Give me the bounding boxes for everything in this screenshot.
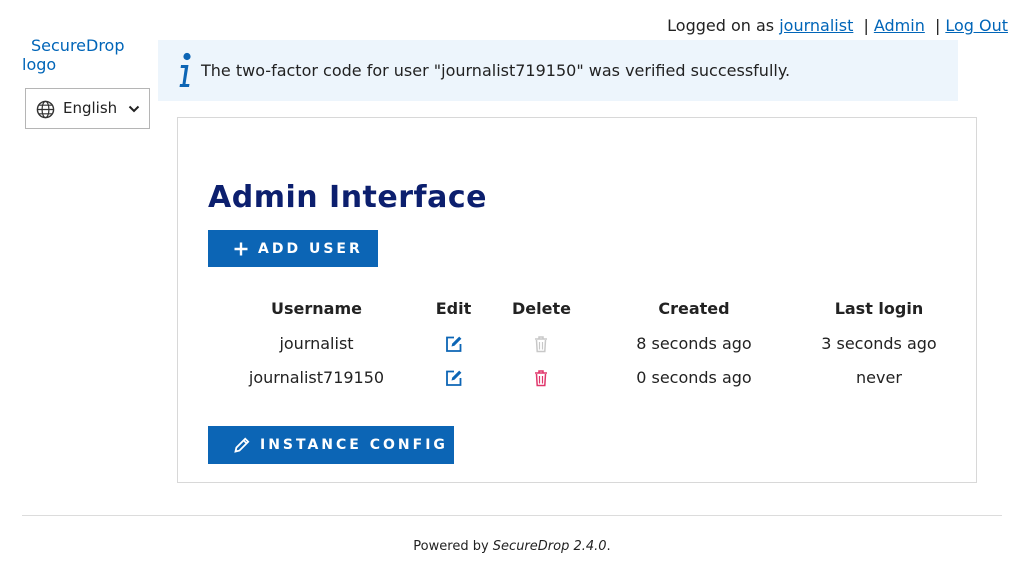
product-version: SecureDrop 2.4.0 bbox=[492, 539, 607, 554]
delete-cell bbox=[512, 360, 571, 394]
page-title: Admin Interface bbox=[208, 180, 487, 215]
created-cell: 8 seconds ago bbox=[636, 333, 752, 353]
edit-icon[interactable] bbox=[445, 335, 463, 353]
last-login-cell: 3 seconds ago bbox=[821, 333, 937, 353]
created-cell: 0 seconds ago bbox=[636, 367, 752, 387]
chevron-down-icon bbox=[128, 105, 140, 113]
header-last-login: Last login bbox=[834, 298, 924, 318]
instance-config-label: Instance Config bbox=[260, 437, 448, 453]
edit-cell bbox=[395, 326, 512, 360]
header-delete: Delete bbox=[512, 298, 571, 318]
header-username: Username bbox=[271, 298, 362, 318]
globe-icon bbox=[36, 100, 55, 119]
admin-panel: Admin Interface Add User Username Edit D… bbox=[177, 117, 977, 483]
flash-message: The two-factor code for user "journalist… bbox=[158, 40, 958, 101]
pencil-icon bbox=[234, 437, 250, 453]
separator: | bbox=[934, 16, 941, 35]
footer-divider bbox=[22, 515, 1002, 516]
plus-icon bbox=[234, 242, 248, 255]
table-row: journalist 8 seconds ago 3 seconds ago bbox=[238, 326, 941, 360]
table-row: journalist719150 0 seconds ago never bbox=[238, 360, 941, 394]
logged-on-label: Logged on as bbox=[667, 16, 775, 35]
footer-period: . bbox=[606, 539, 611, 554]
edit-icon[interactable] bbox=[445, 369, 463, 387]
footer: Powered by SecureDrop 2.4.0. bbox=[0, 539, 1024, 554]
table-header-row: Username Edit Delete Created Last login bbox=[238, 290, 941, 326]
info-icon bbox=[179, 52, 191, 87]
powered-by-text: Powered by bbox=[413, 539, 489, 554]
admin-link[interactable]: Admin bbox=[874, 16, 925, 35]
logo-alt-text-line1: SecureDrop bbox=[31, 36, 125, 55]
current-user-link[interactable]: journalist bbox=[779, 16, 853, 35]
add-user-label: Add User bbox=[258, 240, 363, 257]
username-cell: journalist719150 bbox=[248, 367, 385, 387]
flash-text: The two-factor code for user "journalist… bbox=[201, 61, 791, 80]
header-edit: Edit bbox=[435, 298, 472, 318]
logout-link[interactable]: Log Out bbox=[945, 16, 1008, 35]
language-label: English bbox=[63, 99, 118, 117]
edit-cell bbox=[395, 360, 512, 394]
header-created: Created bbox=[658, 298, 730, 318]
trash-icon bbox=[535, 336, 548, 352]
last-login-cell: never bbox=[856, 367, 902, 387]
language-selector[interactable]: English bbox=[25, 88, 150, 129]
users-table: Username Edit Delete Created Last login … bbox=[238, 290, 941, 394]
login-status-bar: Logged on as journalist | Admin | Log Out bbox=[667, 16, 1008, 36]
add-user-button[interactable]: Add User bbox=[208, 230, 378, 267]
username-cell: journalist bbox=[279, 333, 354, 353]
delete-cell bbox=[512, 326, 571, 360]
trash-icon[interactable] bbox=[532, 369, 550, 387]
instance-config-button[interactable]: Instance Config bbox=[208, 426, 454, 464]
separator: | bbox=[863, 16, 869, 35]
securedrop-logo[interactable]: SecureDrop logo bbox=[22, 36, 142, 74]
logo-alt-text-line2: logo bbox=[22, 55, 57, 74]
